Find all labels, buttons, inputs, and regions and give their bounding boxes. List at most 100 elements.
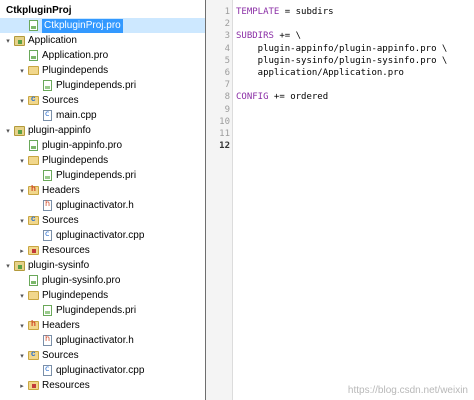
resources-folder-icon (28, 245, 39, 256)
tree-item[interactable]: ▾ Sources (0, 348, 205, 363)
sources-folder-icon (28, 214, 39, 226)
sources-folder-icon (28, 94, 39, 106)
tree-item-label: CtkpluginProj.pro (42, 18, 123, 33)
tree-item[interactable]: Plugindepends.pri (0, 303, 205, 318)
code-line[interactable]: plugin-sysinfo/plugin-sysinfo.pro \ (236, 55, 448, 67)
tree-item[interactable]: plugin-appinfo.pro (0, 138, 205, 153)
tree-item[interactable]: CtkpluginProj (0, 3, 205, 18)
tree-item[interactable]: main.cpp (0, 108, 205, 123)
code-text: plugin-sysinfo/plugin-sysinfo.pro \ (236, 55, 448, 66)
tree-item[interactable]: ▾ Application (0, 33, 205, 48)
tree-item-label: Plugindepends (42, 64, 109, 76)
tree-item[interactable]: Application.pro (0, 48, 205, 63)
expand-arrow-icon[interactable]: ▾ (18, 291, 26, 301)
tree-item[interactable]: ▾ Headers (0, 318, 205, 333)
code-line[interactable]: CONFIG += ordered (236, 91, 328, 103)
expand-arrow-icon[interactable]: ▾ (18, 321, 26, 331)
expand-arrow-icon[interactable]: ▾ (18, 156, 26, 166)
tree-item[interactable]: qpluginactivator.h (0, 333, 205, 348)
line-number: 6 (224, 68, 230, 78)
tree-item[interactable]: qpluginactivator.cpp (0, 363, 205, 378)
code-line[interactable]: application/Application.pro (236, 67, 404, 79)
tree-item-label: Headers (42, 319, 80, 331)
tree-item-label: plugin-appinfo.pro (42, 139, 123, 151)
pri-file-icon (42, 170, 53, 181)
folder-icon (28, 290, 39, 301)
expand-arrow-icon[interactable]: ▾ (4, 36, 12, 46)
tree-item[interactable]: plugin-sysinfo.pro (0, 273, 205, 288)
code-keyword: TEMPLATE (236, 7, 280, 17)
tree-item[interactable]: CtkpluginProj.pro (0, 18, 205, 33)
collapse-arrow-icon[interactable]: ▸ (18, 246, 26, 256)
tree-item[interactable]: ▾ Sources (0, 93, 205, 108)
line-number: 3 (224, 31, 230, 42)
code-line[interactable]: TEMPLATE = subdirs (236, 6, 334, 18)
expand-arrow-icon[interactable]: ▾ (18, 66, 26, 76)
pro-file-icon (28, 20, 39, 31)
expand-arrow-icon[interactable]: ▾ (18, 96, 26, 106)
cpp-file-icon (42, 364, 53, 376)
project-tree[interactable]: CtkpluginProj CtkpluginProj.pro ▾ Applicati… (0, 0, 205, 400)
code-line[interactable]: plugin-appinfo/plugin-appinfo.pro \ (236, 43, 448, 55)
collapse-arrow-icon[interactable]: ▸ (18, 381, 26, 391)
expand-arrow-icon[interactable]: ▾ (18, 351, 26, 361)
tree-item[interactable]: ▸ Resources (0, 378, 205, 393)
expand-arrow-icon[interactable]: ▾ (18, 186, 26, 196)
tree-item-label: Resources (42, 379, 90, 391)
cpp-file-icon (42, 229, 53, 241)
sources-folder-icon (28, 349, 39, 361)
tree-item[interactable]: ▾ plugin-sysinfo (0, 258, 205, 273)
pri-file-icon (42, 305, 53, 316)
folder-icon (28, 65, 39, 76)
project-folder-icon (14, 260, 25, 271)
tree-item-label: Plugindepends (42, 154, 109, 166)
cpp-file-icon (42, 109, 53, 121)
code-text: application/Application.pro (236, 68, 404, 78)
tree-item-label: Plugindepends (42, 289, 109, 301)
line-number: 8 (224, 92, 230, 103)
tree-item[interactable]: Plugindepends.pri (0, 78, 205, 93)
tree-item[interactable]: ▾ Plugindepends (0, 288, 205, 303)
line-number: 1 (224, 7, 230, 17)
tree-item-label: qpluginactivator.h (56, 334, 134, 346)
line-number: 4 (224, 43, 230, 54)
line-number: 9 (224, 104, 230, 115)
tree-item-label: qpluginactivator.cpp (56, 364, 145, 376)
tree-item-label: Resources (42, 244, 90, 256)
tree-item[interactable]: ▾ Headers (0, 183, 205, 198)
tree-item-label: qpluginactivator.cpp (56, 229, 145, 241)
tree-item[interactable]: ▾ Sources (0, 213, 205, 228)
code-text: += \ (273, 31, 302, 42)
line-number: 12 (219, 141, 230, 152)
header-file-icon (42, 334, 53, 346)
code-keyword: SUBDIRS (236, 31, 274, 42)
expand-arrow-icon[interactable]: ▾ (18, 216, 26, 226)
tree-item[interactable]: ▾ Plugindepends (0, 153, 205, 168)
tree-item-label: Plugindepends.pri (56, 79, 137, 91)
tree-item[interactable]: qpluginactivator.cpp (0, 228, 205, 243)
code-text: plugin-appinfo/plugin-appinfo.pro \ (236, 43, 448, 54)
tree-item-label: Headers (42, 184, 80, 196)
tree-item-label: Sources (42, 214, 79, 226)
pri-file-icon (42, 80, 53, 91)
tree-item-label: Application (28, 34, 77, 46)
pro-file-icon (28, 50, 39, 61)
tree-item[interactable]: qpluginactivator.h (0, 198, 205, 213)
project-folder-icon (14, 125, 25, 136)
tree-item[interactable]: Plugindepends.pri (0, 168, 205, 183)
tree-item-label: Sources (42, 349, 79, 361)
tree-item[interactable]: ▸ Resources (0, 243, 205, 258)
expand-arrow-icon[interactable]: ▾ (4, 261, 12, 271)
tree-item-label: Plugindepends.pri (56, 169, 137, 181)
tree-item-label: plugin-sysinfo (28, 259, 90, 271)
tree-item[interactable]: ▾ Plugindepends (0, 63, 205, 78)
tree-item-label: Sources (42, 94, 79, 106)
headers-folder-icon (28, 184, 39, 196)
tree-item-label: main.cpp (56, 109, 97, 121)
tree-item-label: Application.pro (42, 49, 109, 61)
tree-item[interactable]: ▾ plugin-appinfo (0, 123, 205, 138)
pro-file-icon (28, 140, 39, 151)
code-line[interactable]: SUBDIRS += \ (236, 30, 301, 42)
expand-arrow-icon[interactable]: ▾ (4, 126, 12, 136)
tree-item-label: plugin-sysinfo.pro (42, 274, 121, 286)
